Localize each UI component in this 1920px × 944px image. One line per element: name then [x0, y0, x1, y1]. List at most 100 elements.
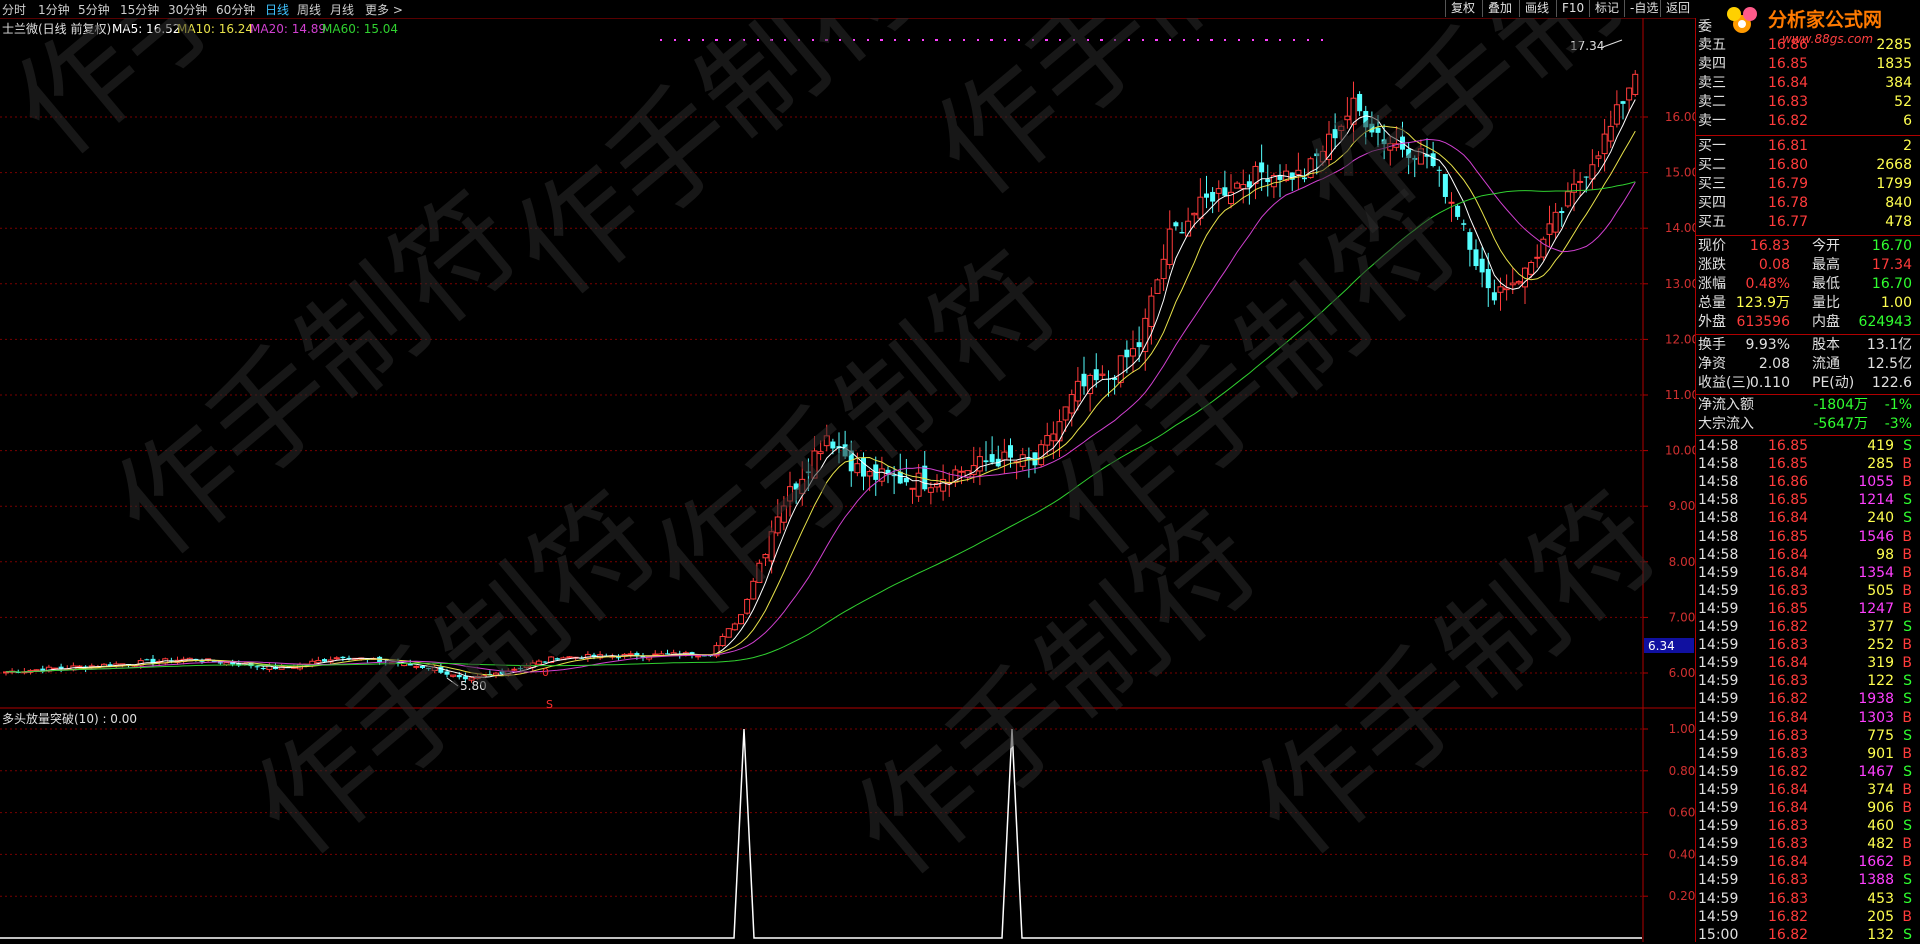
price-axis-label: 10.00 — [1665, 444, 1695, 458]
tick-price: 16.84 — [1768, 564, 1809, 581]
tick-time: 14:59 — [1698, 800, 1739, 816]
candle-body — [1626, 87, 1633, 101]
stat-label: 量比 — [1812, 295, 1840, 311]
tick-price: 16.85 — [1768, 456, 1809, 473]
tick-row: 14:58 16.85 285 B — [1698, 455, 1916, 473]
candle-body — [1166, 228, 1173, 266]
candlestick-chart[interactable]: 16.0015.0014.0013.0012.0011.0010.009.008… — [0, 0, 1695, 942]
tick-side: S — [1903, 619, 1912, 635]
stat-label: 涨跌 — [1698, 257, 1726, 273]
candle-body — [1491, 292, 1497, 301]
timeframe-4[interactable]: 30分钟 — [168, 1, 207, 18]
tick-row: 14:59 16.82 377 S — [1698, 618, 1916, 636]
timeframe-5[interactable]: 60分钟 — [216, 1, 255, 18]
tick-side: B — [1902, 908, 1912, 925]
candle-body — [1577, 180, 1584, 183]
tick-row: 14:59 16.83 122 S — [1698, 672, 1916, 690]
candle-body — [1008, 445, 1013, 458]
tick-price: 16.85 — [1768, 528, 1809, 545]
logo-flower-icon — [1727, 7, 1757, 33]
candle-body — [1210, 191, 1216, 202]
candle-body — [33, 669, 40, 672]
tick-side: S — [1903, 818, 1912, 835]
timeframe-6[interactable]: 日线 — [265, 1, 289, 18]
tick-row: 14:59 16.82 1467 S — [1698, 763, 1916, 781]
candle-body — [333, 657, 340, 660]
tick-price: 16.82 — [1768, 926, 1809, 943]
price-axis-label: 16.00 — [1665, 110, 1695, 124]
signal-dot — [674, 39, 676, 41]
candle-body — [217, 662, 223, 664]
tick-volume: 377 — [1867, 619, 1894, 635]
stat2-row: 收益(三) 0.110 PE(动) 122.6 — [1698, 374, 1916, 392]
toolbar-button-6[interactable]: 返回 — [1660, 0, 1695, 17]
candle-body — [1503, 287, 1510, 291]
candle-body — [1148, 295, 1155, 327]
toolbar-button-4[interactable]: 标记 — [1589, 0, 1624, 17]
candle-body — [1461, 223, 1467, 225]
price-axis-label: 13.00 — [1665, 277, 1695, 291]
stat-value: 16.70 — [1871, 276, 1912, 292]
tick-price: 16.84 — [1768, 800, 1809, 816]
watermark-text: 作手制符 — [829, 487, 1286, 902]
bid-row: 买五 16.77 478 — [1698, 213, 1916, 231]
tick-price: 16.82 — [1768, 908, 1809, 925]
tick-side: B — [1902, 474, 1912, 491]
price-axis-label: 12.00 — [1665, 332, 1695, 346]
tick-row: 14:59 16.84 374 B — [1698, 781, 1916, 799]
timeframe-1[interactable]: 1分钟 — [38, 1, 70, 18]
timeframe-3[interactable]: 15分钟 — [120, 1, 159, 18]
tick-time: 14:59 — [1698, 655, 1739, 672]
candle-body — [1179, 232, 1185, 234]
toolbar-button-1[interactable]: 叠加 — [1482, 0, 1517, 17]
candle-body — [254, 666, 260, 668]
bid-price: 16.81 — [1768, 138, 1809, 154]
toolbar-button-5[interactable]: -自选 — [1624, 0, 1663, 17]
timeframe-7[interactable]: 周线 — [297, 1, 321, 18]
stat-row: 现价 16.83 今开 16.70 — [1698, 237, 1916, 255]
quote-separator — [1696, 394, 1920, 395]
toolbar-button-3[interactable]: F10 — [1556, 0, 1589, 17]
price-axis-label: 15.00 — [1665, 166, 1695, 180]
candle-body — [223, 662, 230, 666]
signal-dot — [1279, 39, 1281, 41]
indicator-axis-label: 0.60 — [1669, 806, 1695, 820]
stat2-row: 换手 9.93% 股本 13.1亿 — [1698, 336, 1916, 354]
candle-body — [1117, 355, 1124, 383]
tick-time: 14:58 — [1698, 528, 1739, 545]
stat-value: 0.08 — [1758, 257, 1790, 273]
timeframe-8[interactable]: 月线 — [330, 1, 354, 18]
tick-side: B — [1902, 854, 1912, 871]
price-axis-label: 6.00 — [1669, 666, 1695, 680]
stat-value: 17.34 — [1871, 257, 1912, 273]
tick-time: 14:59 — [1698, 745, 1739, 762]
indicator-axis-label: 0.20 — [1669, 889, 1695, 903]
stat-label: 流通 — [1812, 356, 1840, 372]
tick-volume: 98 — [1876, 546, 1894, 563]
tick-side: S — [1903, 691, 1912, 708]
price-axis-label: 7.00 — [1669, 610, 1695, 624]
tick-volume: 240 — [1867, 510, 1894, 527]
candle-body — [1068, 394, 1075, 414]
stat-value: 16.83 — [1749, 238, 1790, 254]
tick-side: B — [1902, 836, 1912, 853]
toolbar-button-2[interactable]: 画线 — [1519, 0, 1554, 17]
ask-vol: 52 — [1894, 94, 1912, 110]
stat-label: 现价 — [1698, 238, 1726, 254]
tick-side: S — [1903, 438, 1912, 454]
stat-row: 涨幅 0.48% 最低 16.70 — [1698, 275, 1916, 293]
candle-body — [144, 659, 150, 661]
watermark-text: 作手制符 — [1229, 467, 1686, 882]
bid-row: 买四 16.78 840 — [1698, 194, 1916, 212]
bid-row: 买二 16.80 2668 — [1698, 156, 1916, 174]
indicator-axis-label: 1.00 — [1669, 722, 1695, 736]
timeframe-9[interactable]: 更多 > — [365, 1, 403, 18]
candle-body — [1074, 380, 1081, 402]
candle-body — [1252, 165, 1259, 184]
tick-side: B — [1902, 637, 1912, 654]
quote-separator — [1696, 334, 1920, 335]
timeframe-0[interactable]: 分时 — [2, 1, 26, 18]
signal-dot — [977, 39, 979, 41]
timeframe-2[interactable]: 5分钟 — [78, 1, 110, 18]
toolbar-button-0[interactable]: 复权 — [1445, 0, 1480, 17]
